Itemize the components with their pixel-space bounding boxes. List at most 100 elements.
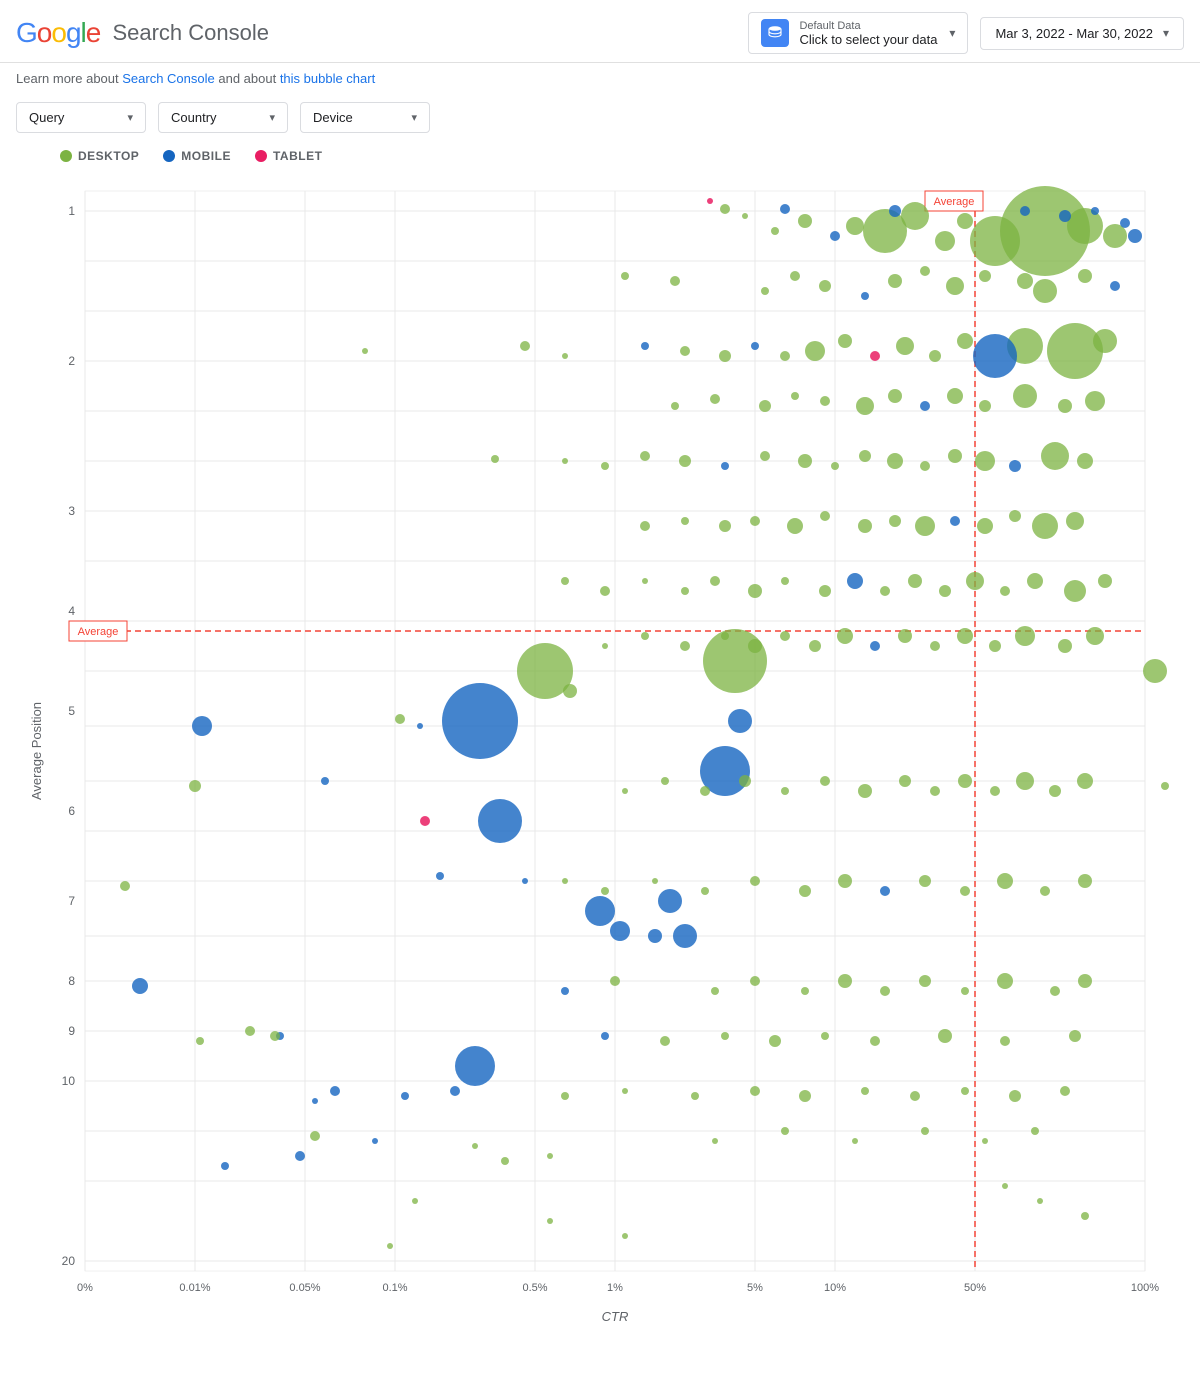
bubble[interactable] (1016, 772, 1034, 790)
bubble[interactable] (701, 887, 709, 895)
bubble[interactable] (870, 1036, 880, 1046)
bubble[interactable] (887, 453, 903, 469)
bubble[interactable] (863, 209, 907, 253)
bubble[interactable] (750, 516, 760, 526)
bubble[interactable] (1040, 886, 1050, 896)
bubble[interactable] (245, 1026, 255, 1036)
bubble[interactable] (990, 786, 1000, 796)
bubble[interactable] (132, 978, 148, 994)
bubble[interactable] (412, 1198, 418, 1204)
bubble[interactable] (719, 350, 731, 362)
bubble[interactable] (610, 921, 630, 941)
bubble[interactable] (652, 878, 658, 884)
bubble[interactable] (787, 518, 803, 534)
bubble[interactable] (472, 1143, 478, 1149)
bubble[interactable] (1031, 1127, 1039, 1135)
bubble[interactable] (681, 517, 689, 525)
bubble[interactable] (982, 1138, 988, 1144)
bubble[interactable] (1143, 659, 1167, 683)
bubble[interactable] (861, 292, 869, 300)
bubble[interactable] (1017, 273, 1033, 289)
bubble[interactable] (805, 341, 825, 361)
bubble[interactable] (1000, 586, 1010, 596)
bubble[interactable] (961, 1087, 969, 1095)
bubble[interactable] (888, 274, 902, 288)
bubble[interactable] (719, 520, 731, 532)
bubble[interactable] (1037, 1198, 1043, 1204)
bubble[interactable] (501, 1157, 509, 1165)
data-selector[interactable]: Default Data Click to select your data ▾ (748, 12, 968, 54)
bubble[interactable] (973, 334, 1017, 378)
bubble[interactable] (921, 1127, 929, 1135)
bubble[interactable] (720, 204, 730, 214)
bubble[interactable] (920, 266, 930, 276)
bubble[interactable] (642, 578, 648, 584)
bubble[interactable] (997, 973, 1013, 989)
bubble[interactable] (648, 929, 662, 943)
bubble[interactable] (930, 641, 940, 651)
bubble[interactable] (641, 342, 649, 350)
bubble[interactable] (780, 351, 790, 361)
bubble[interactable] (1009, 510, 1021, 522)
bubble[interactable] (920, 461, 930, 471)
bubble[interactable] (748, 584, 762, 598)
bubble[interactable] (680, 641, 690, 651)
bubble[interactable] (801, 987, 809, 995)
bubble[interactable] (970, 216, 1020, 266)
bubble[interactable] (1049, 785, 1061, 797)
bubble[interactable] (221, 1162, 229, 1170)
bubble[interactable] (975, 451, 995, 471)
bubble[interactable] (957, 628, 973, 644)
bubble[interactable] (880, 986, 890, 996)
bubble[interactable] (387, 1243, 393, 1249)
bubble[interactable] (1081, 1212, 1089, 1220)
bubble[interactable] (948, 449, 962, 463)
bubble[interactable] (455, 1046, 495, 1086)
bubble[interactable] (1002, 1183, 1008, 1189)
bubble[interactable] (781, 787, 789, 795)
bubble[interactable] (700, 786, 710, 796)
bubble[interactable] (561, 1092, 569, 1100)
bubble[interactable] (450, 1086, 460, 1096)
bubble[interactable] (888, 389, 902, 403)
bubble[interactable] (602, 643, 608, 649)
bubble[interactable] (781, 577, 789, 585)
bubble[interactable] (1078, 974, 1092, 988)
bubble[interactable] (601, 1032, 609, 1040)
bubble[interactable] (547, 1153, 553, 1159)
bubble[interactable] (711, 987, 719, 995)
bubble[interactable] (712, 1138, 718, 1144)
bubble[interactable] (750, 876, 760, 886)
bubble[interactable] (858, 784, 872, 798)
bubble[interactable] (372, 1138, 378, 1144)
bubble[interactable] (896, 337, 914, 355)
bubble[interactable] (622, 1088, 628, 1094)
bubble[interactable] (947, 388, 963, 404)
bubble[interactable] (721, 462, 729, 470)
bubble[interactable] (1033, 279, 1057, 303)
bubble[interactable] (1085, 391, 1105, 411)
bubble[interactable] (442, 683, 518, 759)
bubble[interactable] (979, 270, 991, 282)
bubble[interactable] (750, 976, 760, 986)
bubble[interactable] (436, 872, 444, 880)
bubble[interactable] (681, 587, 689, 595)
bubble[interactable] (920, 401, 930, 411)
bubble[interactable] (520, 341, 530, 351)
date-selector[interactable]: Mar 3, 2022 - Mar 30, 2022 ▾ (980, 17, 1184, 50)
bubble[interactable] (522, 878, 528, 884)
bubble[interactable] (1020, 206, 1030, 216)
bubble[interactable] (192, 716, 212, 736)
bubble[interactable] (889, 205, 901, 217)
bubble[interactable] (1093, 329, 1117, 353)
bubble[interactable] (622, 788, 628, 794)
bubble-chart-svg[interactable]: Average Average (16, 181, 1184, 1331)
bubble[interactable] (1086, 627, 1104, 645)
bubble[interactable] (671, 402, 679, 410)
bubble[interactable] (997, 873, 1013, 889)
bubble[interactable] (1078, 269, 1092, 283)
bubble[interactable] (861, 1087, 869, 1095)
bubble[interactable] (1058, 639, 1072, 653)
bubble[interactable] (310, 1131, 320, 1141)
bubble[interactable] (1013, 384, 1037, 408)
